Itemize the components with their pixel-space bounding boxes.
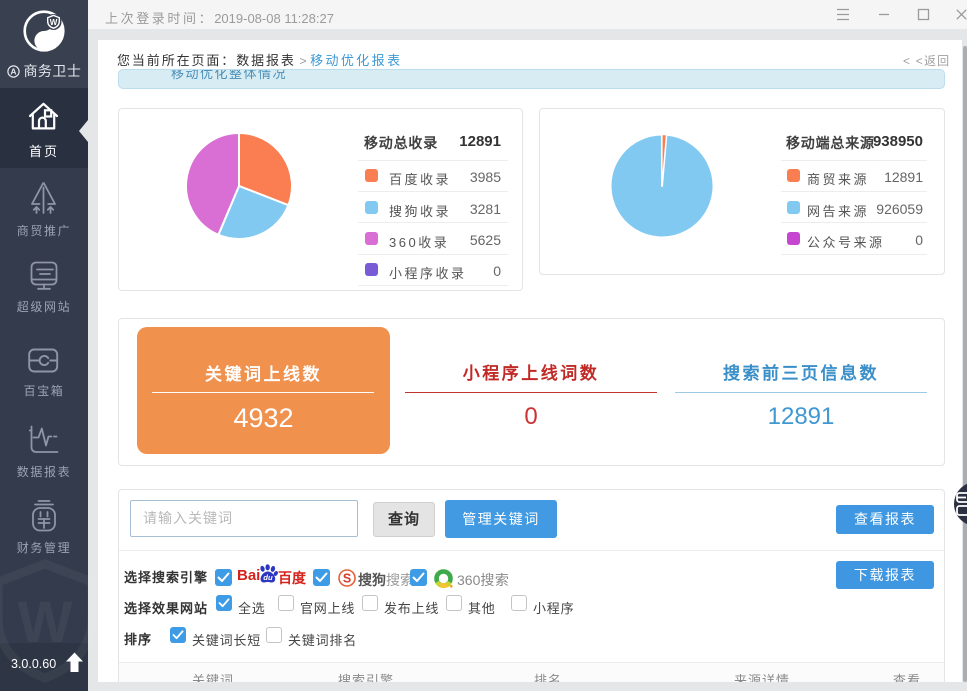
svg-text:W: W (18, 590, 73, 655)
svg-text:S: S (343, 572, 351, 586)
svg-text:A: A (10, 67, 16, 77)
svg-text:du: du (263, 573, 273, 582)
svg-text:W: W (50, 18, 58, 27)
